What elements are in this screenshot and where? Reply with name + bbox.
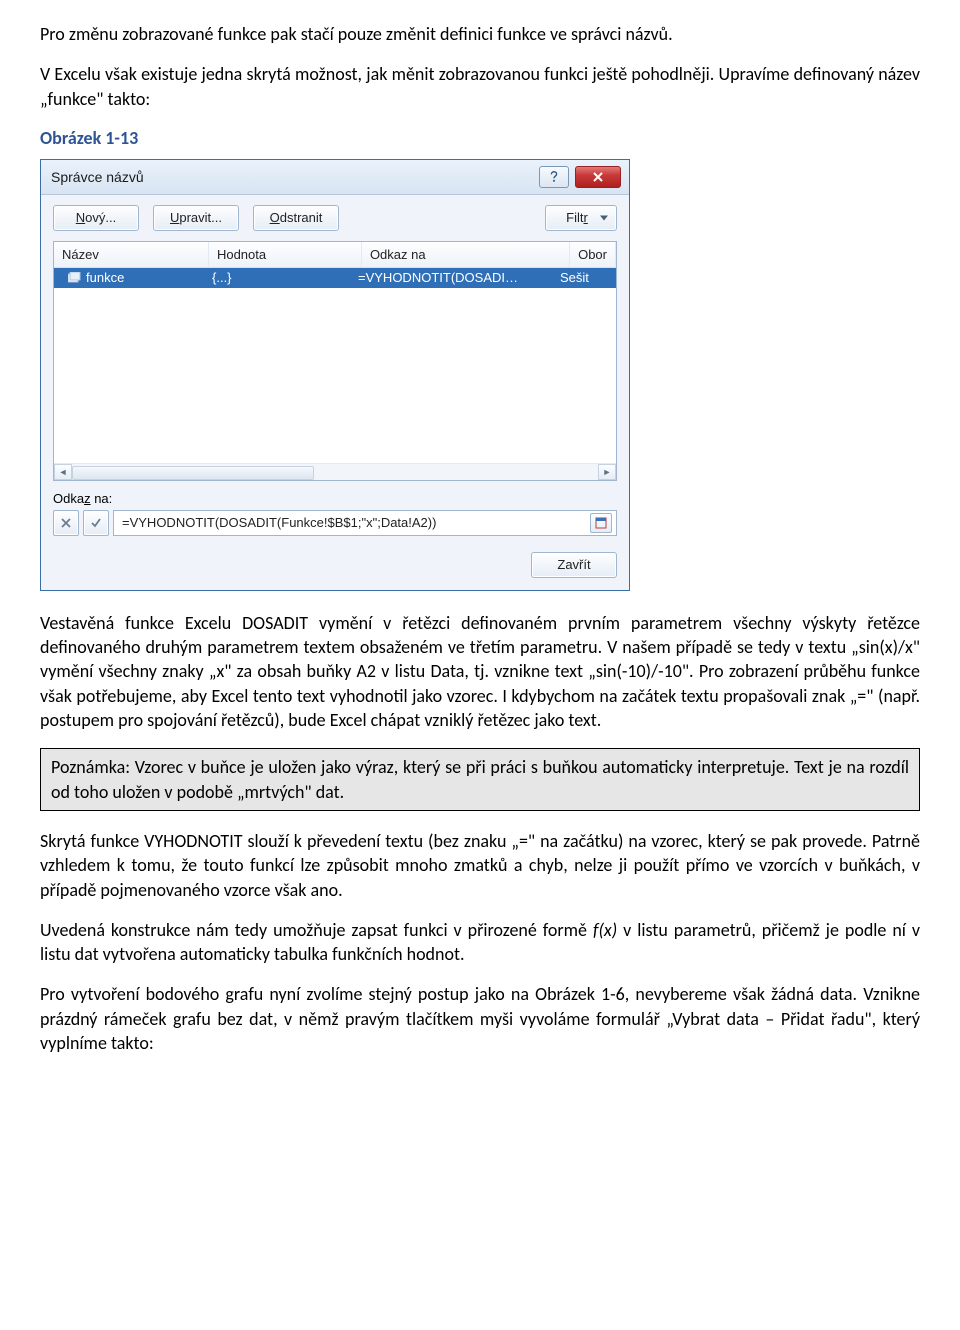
cancel-edit-button[interactable] (53, 510, 79, 536)
row-scope: Sešit (552, 270, 616, 285)
delete-button[interactable]: Odstranit (253, 205, 339, 231)
col-header-refersto[interactable]: Odkaz na (362, 242, 570, 267)
col-header-scope[interactable]: Obor (570, 242, 616, 267)
scroll-thumb[interactable] (72, 466, 314, 480)
dialog-toolbar: Nový... Upravit... Odstranit Filtr (53, 205, 617, 231)
col-header-name[interactable]: Název (54, 242, 209, 267)
names-listbox[interactable]: Název Hodnota Odkaz na Obor funkce {...} (53, 241, 617, 481)
refersto-label: Odkaz na: (53, 491, 617, 506)
range-selector-icon (595, 517, 607, 529)
range-selector-button[interactable] (590, 513, 612, 533)
note-box: Poznámka: Vzorec v buňce je uložen jako … (40, 748, 920, 811)
filter-button[interactable]: Filtr (545, 205, 617, 231)
paragraph-3: Vestavěná funkce Excelu DOSADIT vymění v… (40, 611, 920, 732)
help-button[interactable] (539, 166, 569, 188)
row-value: {...} (204, 270, 350, 285)
close-button[interactable] (575, 166, 621, 188)
row-refersto: =VYHODNOTIT(DOSADI… (350, 270, 552, 285)
list-header: Název Hodnota Odkaz na Obor (54, 242, 616, 268)
close-icon (592, 171, 604, 183)
name-icon (68, 272, 82, 284)
paragraph-1: Pro změnu zobrazované funkce pak stačí p… (40, 22, 920, 46)
x-icon (60, 517, 72, 529)
row-name: funkce (86, 270, 124, 285)
help-icon (547, 170, 561, 184)
paragraph-2: V Excelu však existuje jedna skrytá možn… (40, 62, 920, 111)
paragraph-4: Skrytá funkce VYHODNOTIT slouží k převed… (40, 829, 920, 902)
edit-button[interactable]: Upravit... (153, 205, 239, 231)
check-icon (90, 517, 102, 529)
col-header-value[interactable]: Hodnota (209, 242, 362, 267)
figure-label: Obrázek 1-13 (40, 127, 920, 149)
dialog-close-button[interactable]: Zavřít (531, 552, 617, 578)
refersto-input[interactable] (120, 514, 590, 531)
table-row[interactable]: funkce {...} =VYHODNOTIT(DOSADI… Sešit (54, 268, 616, 288)
scroll-right-button[interactable]: ► (598, 464, 616, 480)
chevron-down-icon (600, 215, 608, 220)
horizontal-scrollbar[interactable]: ◄ ► (54, 463, 616, 480)
confirm-edit-button[interactable] (83, 510, 109, 536)
new-button[interactable]: Nový... (53, 205, 139, 231)
paragraph-6: Pro vytvoření bodového grafu nyní zvolím… (40, 982, 920, 1055)
name-manager-dialog: Správce názvů Nový... Upravit... Odstran… (40, 159, 630, 591)
scroll-left-button[interactable]: ◄ (54, 464, 72, 480)
dialog-titlebar: Správce názvů (41, 160, 629, 195)
paragraph-5: Uvedená konstrukce nám tedy umožňuje zap… (40, 918, 920, 967)
dialog-title: Správce názvů (51, 169, 144, 185)
